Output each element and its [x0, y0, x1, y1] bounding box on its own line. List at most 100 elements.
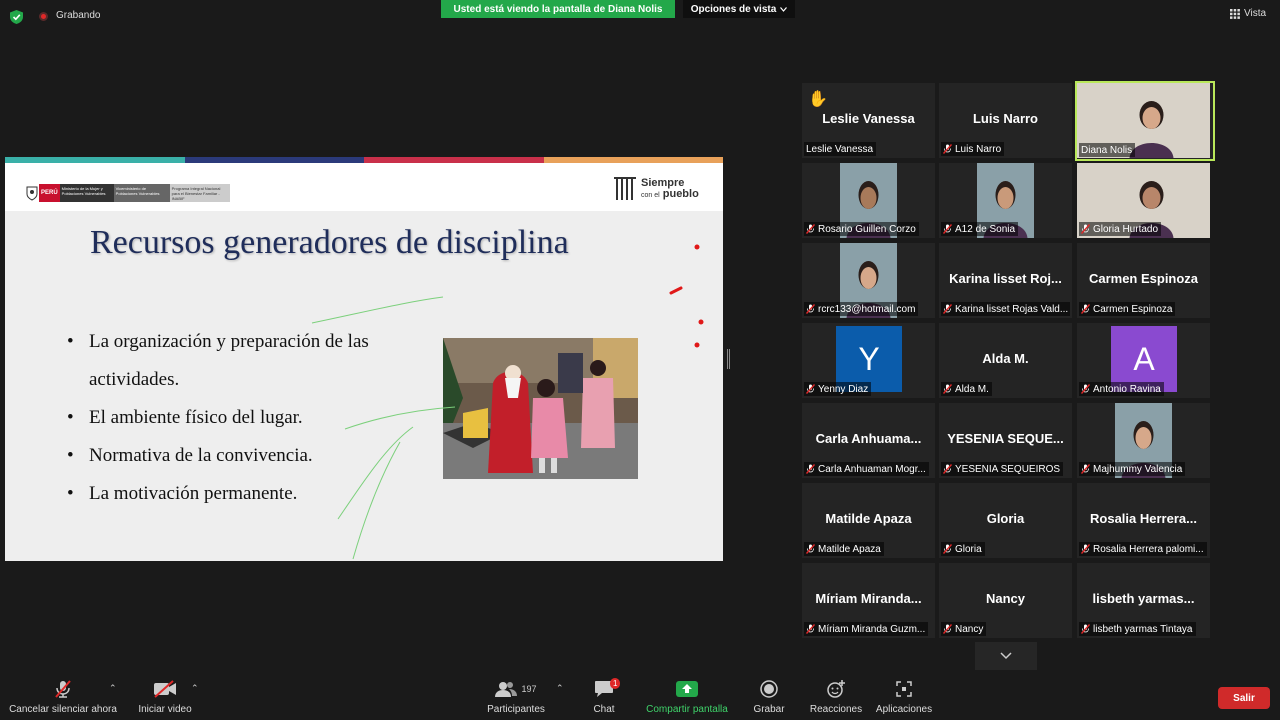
participant-tile[interactable]: lisbeth yarmas... lisbeth yarmas Tintaya — [1077, 563, 1210, 638]
participant-tile[interactable]: Diana Nolis — [1075, 81, 1215, 161]
participant-display-name: Nancy — [985, 591, 1026, 606]
video-options-caret-icon[interactable]: ⌃ — [191, 683, 199, 694]
participant-name-label: rcrc133@hotmail.com — [804, 302, 919, 316]
apps-icon — [896, 681, 912, 697]
participant-tile[interactable]: Majhummy Valencia — [1077, 403, 1210, 478]
unmute-label: Cancelar silenciar ahora — [9, 704, 117, 715]
slide-bullet-list: La organización y preparación de las act… — [67, 323, 427, 513]
participant-tile[interactable]: Rosario Guillen Corzo — [802, 163, 935, 238]
participant-name-label: A12 de Sonia — [941, 222, 1019, 236]
microphone-muted-icon — [55, 680, 71, 698]
reactions-smiley-icon — [827, 680, 845, 698]
microphone-muted-icon — [943, 224, 952, 234]
participant-name: Alda M. — [955, 383, 989, 395]
participant-tile[interactable]: Gloria Gloria — [939, 483, 1072, 558]
participant-name: Leslie Vanessa — [806, 143, 874, 155]
participant-name: Majhummy Valencia — [1093, 463, 1183, 475]
view-options-button[interactable]: Opciones de vista — [683, 0, 795, 18]
audio-options-caret-icon[interactable]: ⌃ — [109, 683, 117, 694]
participant-name: YESENIA SEQUEIROS — [955, 463, 1061, 475]
participant-tile[interactable]: Gloria Hurtado — [1077, 163, 1210, 238]
participant-name: Matilde Apaza — [818, 543, 881, 555]
participants-button[interactable]: 197 Participantes — [485, 676, 547, 720]
participant-name-label: Leslie Vanessa — [804, 142, 877, 156]
participant-name-label: Rosario Guillen Corzo — [804, 222, 919, 236]
view-button[interactable]: Vista — [1230, 8, 1266, 19]
view-options-label: Opciones de vista — [690, 3, 777, 15]
participant-name: Luis Narro — [955, 143, 1002, 155]
participant-tile[interactable]: Carla Anhuama... Carla Anhuaman Mogr... — [802, 403, 935, 478]
gov-ministry: Ministerio de la Mujer y Poblaciones Vul… — [59, 184, 114, 202]
participant-tile[interactable]: Y Yenny Diaz — [802, 323, 935, 398]
microphone-muted-icon — [1081, 544, 1090, 554]
participant-name: lisbeth yarmas Tintaya — [1093, 623, 1193, 635]
participant-name-label: Gloria — [941, 542, 985, 556]
participant-tile[interactable]: A Antonio Ravina — [1077, 323, 1210, 398]
participant-name-label: Míriam Miranda Guzm... — [804, 622, 929, 636]
participant-display-name: Carmen Espinoza — [1088, 271, 1199, 286]
participant-name: rcrc133@hotmail.com — [818, 303, 916, 315]
participant-name: Gloria Hurtado — [1093, 223, 1159, 235]
record-button[interactable]: Grabar — [748, 676, 790, 720]
participant-tile[interactable]: A12 de Sonia — [939, 163, 1072, 238]
participant-name-label: Gloria Hurtado — [1079, 222, 1162, 236]
reactions-button[interactable]: Reacciones — [808, 676, 864, 720]
participant-tile[interactable]: Nancy Nancy — [939, 563, 1072, 638]
microphone-muted-icon — [806, 464, 815, 474]
gov-program: Programa Integral Nacional para el Biene… — [169, 184, 230, 202]
participant-tile[interactable]: Rosalia Herrera... Rosalia Herrera palomi… — [1077, 483, 1210, 558]
apps-button[interactable]: Aplicaciones — [874, 676, 934, 720]
participant-tile[interactable]: rcrc133@hotmail.com — [802, 243, 935, 318]
start-video-button[interactable]: Iniciar video — [134, 676, 196, 720]
microphone-muted-icon — [1081, 384, 1090, 394]
chat-unread-badge: 1 — [610, 678, 621, 689]
chat-button[interactable]: 1 Chat — [585, 676, 623, 720]
participant-display-name: Carla Anhuama... — [815, 431, 922, 446]
participant-display-name: Míriam Miranda... — [815, 591, 922, 606]
brand-subtitle-b: pueblo — [662, 187, 699, 200]
participant-tile[interactable]: Alda M. Alda M. — [939, 323, 1072, 398]
government-logo: PERÚ Ministerio de la Mujer y Poblacione… — [25, 184, 230, 202]
top-bar: Grabando Usted está viendo la pantalla d… — [0, 0, 1280, 32]
brand-subtitle-a: con el — [641, 191, 660, 199]
microphone-muted-icon — [806, 384, 815, 394]
microphone-muted-icon — [806, 304, 815, 314]
bullet-item: Normativa de la convivencia. — [67, 437, 427, 475]
participant-name-label: Rosalia Herrera palomi... — [1079, 542, 1207, 556]
participants-count: 197 — [521, 684, 537, 694]
participant-tile[interactable]: Míriam Miranda... Míriam Miranda Guzm... — [802, 563, 935, 638]
share-screen-icon — [676, 681, 698, 697]
participants-icon — [495, 682, 518, 697]
gallery-next-page-button[interactable] — [975, 642, 1037, 670]
share-screen-button[interactable]: Compartir pantalla — [642, 676, 732, 720]
grid-icon — [1230, 8, 1240, 19]
participant-tile[interactable]: Leslie Vanessa ✋ Leslie Vanessa — [802, 83, 935, 158]
participant-tile[interactable]: Luis Narro Luis Narro — [939, 83, 1072, 158]
participant-tile[interactable]: YESENIA SEQUE... YESENIA SEQUEIROS — [939, 403, 1072, 478]
slide-header: PERÚ Ministerio de la Mujer y Poblacione… — [5, 163, 723, 211]
unmute-button[interactable]: Cancelar silenciar ahora — [8, 676, 118, 720]
columns-logo-icon — [614, 177, 636, 200]
leave-meeting-button[interactable]: Salir — [1218, 687, 1270, 709]
coat-of-arms-icon — [26, 186, 38, 201]
participant-name-label: lisbeth yarmas Tintaya — [1079, 622, 1196, 636]
recording-icon — [39, 12, 48, 21]
raised-hand-icon: ✋ — [808, 91, 828, 108]
siempre-con-el-pueblo-logo: Siempre con el pueblo — [613, 176, 699, 202]
participant-tile[interactable]: Carmen Espinoza Carmen Espinoza — [1077, 243, 1210, 318]
participant-name-label: Matilde Apaza — [804, 542, 884, 556]
panel-resize-handle[interactable] — [727, 349, 730, 369]
participant-name-label: Carmen Espinoza — [1079, 302, 1176, 316]
participant-tile[interactable]: Karina lisset Roj... Karina lisset Rojas … — [939, 243, 1072, 318]
participant-display-name: Alda M. — [982, 351, 1029, 366]
participant-name: Carla Anhuaman Mogr... — [818, 463, 926, 475]
apps-label: Aplicaciones — [875, 704, 933, 715]
participant-name: Nancy — [955, 623, 984, 635]
participants-options-caret-icon[interactable]: ⌃ — [556, 683, 564, 694]
participant-name-label: Antonio Ravina — [1079, 382, 1164, 396]
participant-tile[interactable]: Matilde Apaza Matilde Apaza — [802, 483, 935, 558]
participant-display-name: Matilde Apaza — [825, 511, 912, 526]
security-shield-icon[interactable] — [10, 10, 23, 24]
bullet-item: El ambiente físico del lugar. — [67, 399, 427, 437]
participant-display-name: lisbeth yarmas... — [1092, 591, 1195, 606]
